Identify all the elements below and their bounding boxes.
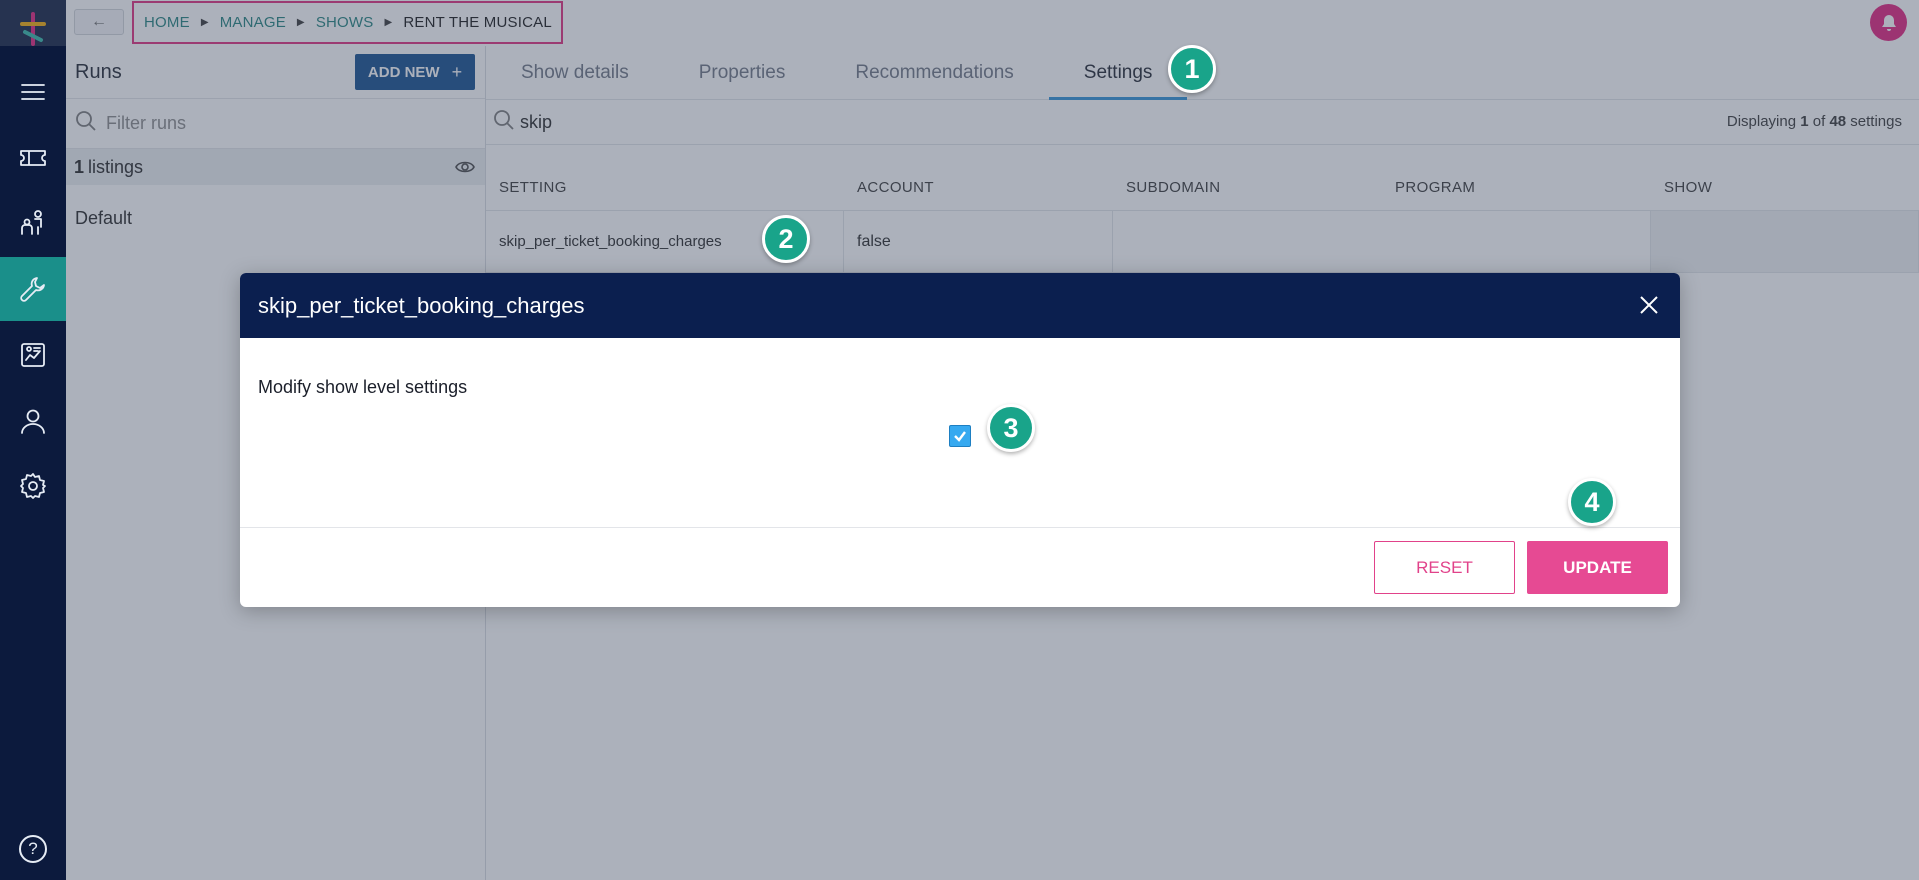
update-button[interactable]: UPDATE [1527, 541, 1668, 594]
audience-icon[interactable] [0, 190, 66, 254]
close-icon[interactable] [1636, 292, 1662, 318]
help-icon[interactable]: ? [19, 835, 47, 863]
modal-footer: RESET UPDATE [240, 528, 1680, 607]
settings-modal: skip_per_ticket_booking_charges Modify s… [240, 273, 1680, 607]
modal-label: Modify show level settings [258, 377, 468, 397]
modal-title: skip_per_ticket_booking_charges [258, 292, 585, 318]
reports-icon[interactable] [0, 323, 66, 387]
step-marker-2: 2 [762, 215, 810, 263]
user-icon[interactable] [0, 389, 66, 453]
show-level-checkbox[interactable] [949, 425, 971, 447]
step-marker-4: 4 [1568, 478, 1616, 526]
wrench-icon[interactable] [0, 257, 66, 321]
check-icon [954, 431, 966, 442]
gear-icon[interactable] [0, 454, 66, 518]
step-marker-1: 1 [1168, 45, 1216, 93]
modal-backdrop-top [0, 0, 1919, 46]
step-marker-3: 3 [987, 404, 1035, 452]
left-nav-rail: ? [0, 0, 66, 880]
ticket-icon[interactable] [0, 126, 66, 190]
modal-header: skip_per_ticket_booking_charges [240, 273, 1680, 338]
reset-button[interactable]: RESET [1374, 541, 1515, 594]
modal-body: Modify show level settings [240, 338, 1680, 528]
menu-icon[interactable] [0, 60, 66, 124]
